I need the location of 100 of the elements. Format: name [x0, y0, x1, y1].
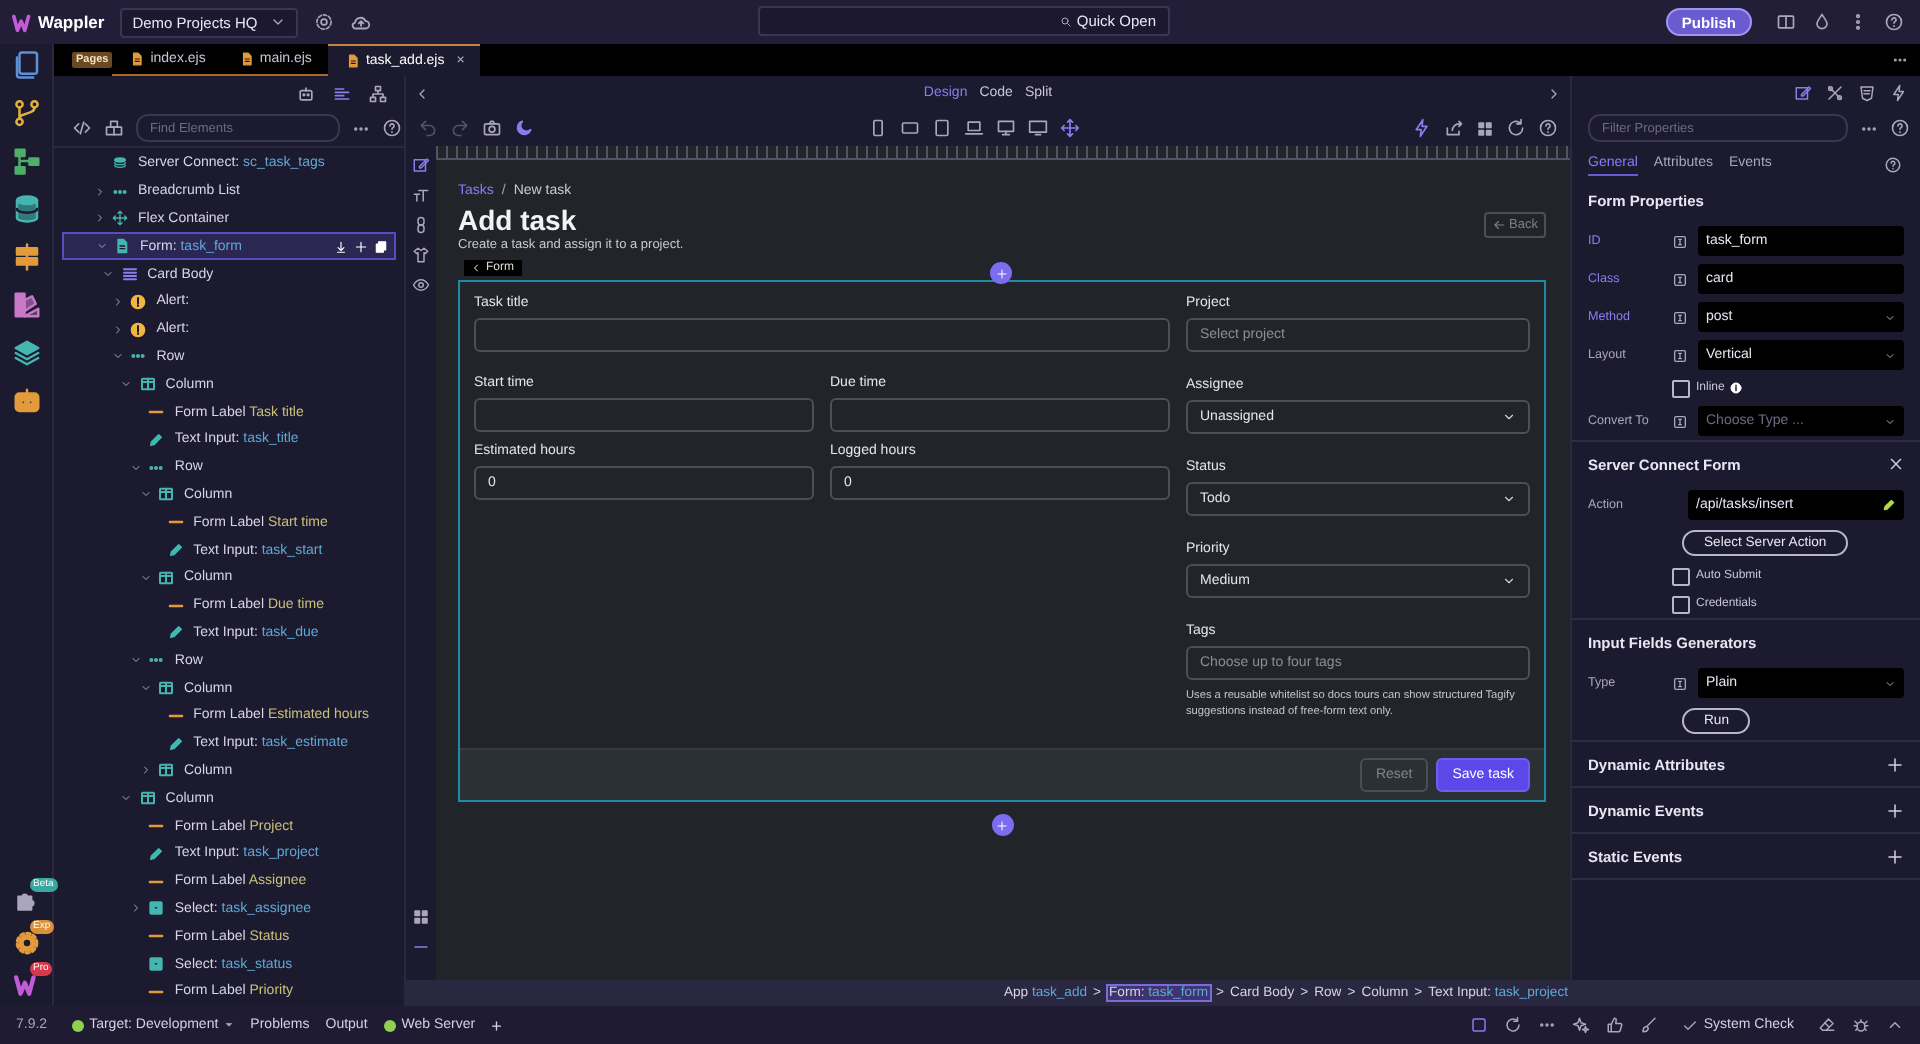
- add-icon[interactable]: [354, 239, 368, 254]
- code-icon[interactable]: [72, 118, 92, 138]
- brush-icon[interactable]: [1639, 1016, 1658, 1034]
- checkbox[interactable]: [1672, 379, 1690, 397]
- camera-icon[interactable]: [482, 118, 502, 138]
- link-icon[interactable]: [412, 216, 430, 234]
- lightning-icon[interactable]: [1412, 118, 1432, 138]
- chevron-right-icon[interactable]: [93, 185, 105, 198]
- copy-icon[interactable]: [374, 239, 388, 254]
- edit-icon[interactable]: [1794, 84, 1812, 102]
- sparkle-icon[interactable]: [1571, 1016, 1590, 1034]
- help-icon[interactable]: [382, 118, 402, 138]
- laptop-icon[interactable]: [963, 118, 983, 138]
- thumbs-up-icon[interactable]: [1605, 1016, 1624, 1034]
- move-down-icon[interactable]: [334, 239, 348, 254]
- expand-icon[interactable]: [1886, 755, 1904, 773]
- chevron-right-icon[interactable]: [111, 295, 124, 308]
- file-icon: [345, 54, 360, 68]
- cloud-upload-icon[interactable]: [349, 11, 372, 33]
- caret-icon: [1884, 349, 1896, 361]
- binding-icon[interactable]: [1672, 675, 1688, 691]
- components-icon[interactable]: [104, 118, 124, 138]
- chevron-down-icon[interactable]: [129, 654, 142, 667]
- chevron-down-icon[interactable]: [139, 571, 151, 584]
- help-icon[interactable]: [1884, 156, 1902, 174]
- chevron-down-icon[interactable]: [139, 682, 151, 695]
- help-icon[interactable]: [1538, 118, 1558, 138]
- help-icon[interactable]: [1890, 118, 1910, 138]
- chevron-right-icon[interactable]: [129, 902, 142, 915]
- puzzle-icon[interactable]: [13, 888, 39, 914]
- logo-icon[interactable]: [13, 972, 39, 998]
- branch-icon[interactable]: [11, 98, 41, 128]
- tools-icon[interactable]: [1826, 84, 1844, 102]
- expand-icon[interactable]: [1886, 801, 1904, 819]
- drop-icon[interactable]: [1812, 12, 1832, 32]
- binding-icon[interactable]: [1672, 233, 1688, 249]
- chevron-down-icon[interactable]: [111, 350, 124, 363]
- monitor-icon[interactable]: [1027, 118, 1047, 138]
- close-icon[interactable]: [1888, 456, 1904, 472]
- grid-icon[interactable]: [412, 908, 430, 926]
- eye-icon[interactable]: [412, 276, 430, 294]
- sitemap-icon[interactable]: [368, 83, 388, 103]
- structure-icon[interactable]: [332, 83, 352, 103]
- palette-icon[interactable]: [11, 290, 41, 320]
- pages-icon[interactable]: [11, 50, 41, 80]
- robot-icon[interactable]: [11, 386, 41, 416]
- move-icon[interactable]: [1059, 118, 1079, 138]
- file-icon: [130, 52, 145, 66]
- chevron-down-icon[interactable]: [120, 378, 133, 391]
- square-icon[interactable]: [1469, 1016, 1488, 1034]
- shirt-icon[interactable]: [412, 246, 430, 264]
- flow-icon[interactable]: [11, 146, 41, 176]
- add-button[interactable]: +: [491, 1015, 502, 1035]
- text-field[interactable]: [474, 318, 1170, 352]
- binding-icon[interactable]: [1672, 413, 1688, 429]
- binding-icon[interactable]: [1672, 309, 1688, 325]
- info-icon[interactable]: [1730, 382, 1743, 394]
- chevron-right-icon[interactable]: [93, 212, 105, 225]
- signpost-icon[interactable]: [11, 242, 41, 272]
- desktop-icon[interactable]: [995, 118, 1015, 138]
- chevron-down-icon[interactable]: [120, 792, 133, 805]
- edit-icon[interactable]: [412, 156, 430, 174]
- bug-icon[interactable]: [1852, 1016, 1870, 1034]
- help-icon[interactable]: [1884, 12, 1904, 32]
- grid-icon[interactable]: [1476, 119, 1494, 137]
- lightning-icon[interactable]: [1890, 84, 1908, 102]
- text-size-icon[interactable]: [412, 186, 430, 204]
- chevron-down-icon[interactable]: [95, 240, 107, 253]
- database-icon[interactable]: [11, 194, 41, 224]
- checkbox[interactable]: [1672, 567, 1690, 585]
- layers-icon[interactable]: [11, 338, 41, 368]
- chevron-up-icon[interactable]: [1886, 1016, 1904, 1034]
- chevron-down-icon[interactable]: [102, 268, 115, 281]
- chevron-right-icon[interactable]: [139, 764, 151, 777]
- text-field[interactable]: [474, 398, 814, 432]
- dark-mode-icon[interactable]: [514, 118, 534, 138]
- text-field[interactable]: [830, 398, 1170, 432]
- refresh-icon[interactable]: [1506, 118, 1526, 138]
- add-element-button[interactable]: [991, 814, 1013, 837]
- pencil-icon: [148, 431, 165, 448]
- settings-icon[interactable]: [13, 930, 39, 956]
- chevron-right-icon[interactable]: [111, 323, 124, 336]
- share-icon[interactable]: [1444, 118, 1464, 138]
- robot-icon[interactable]: [296, 83, 316, 103]
- layout-icon[interactable]: [1776, 12, 1796, 32]
- binding-icon[interactable]: [1672, 347, 1688, 363]
- chevron-down-icon[interactable]: [139, 488, 151, 501]
- eraser-icon[interactable]: [1818, 1016, 1836, 1034]
- expand-icon[interactable]: [1886, 847, 1904, 865]
- checkbox[interactable]: [1672, 595, 1690, 613]
- css-icon[interactable]: [1858, 84, 1876, 102]
- select-icon: [148, 900, 165, 917]
- add-element-button[interactable]: [990, 262, 1012, 284]
- chevron-down-icon[interactable]: [129, 461, 142, 474]
- phone-icon[interactable]: [867, 118, 887, 138]
- collapse-right-icon[interactable]: [1546, 85, 1562, 101]
- settings-icon[interactable]: [313, 12, 334, 32]
- binding-icon[interactable]: [1672, 271, 1688, 287]
- collapse-left-icon[interactable]: [414, 85, 430, 101]
- refresh-icon[interactable]: [1503, 1016, 1522, 1034]
